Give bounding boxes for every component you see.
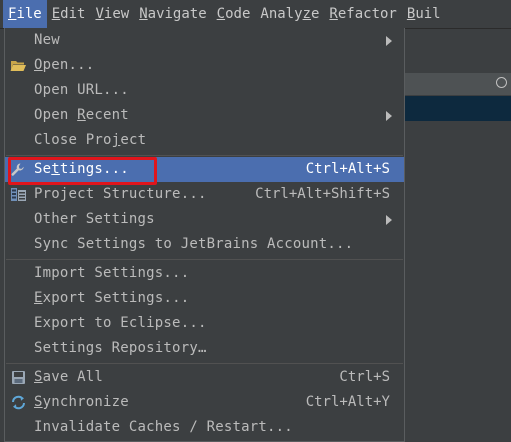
shortcut-label: Ctrl+Alt+Shift+S <box>255 186 390 202</box>
settings-circle-icon[interactable] <box>496 77 507 88</box>
submenu-arrow-icon <box>386 111 392 121</box>
menu-item-label: New <box>34 32 60 48</box>
file-menu-dropdown: New Open... Open URL... Open Recent Clos… <box>4 28 405 442</box>
menu-item-label: Open... <box>34 57 95 73</box>
menu-analyze[interactable]: Analyze <box>255 0 324 28</box>
sync-icon <box>12 395 25 410</box>
menu-item-close-project[interactable]: Close Project <box>5 128 404 153</box>
menu-item-other-settings[interactable]: Other Settings <box>5 207 404 232</box>
menu-build[interactable]: Buil <box>402 0 446 28</box>
menu-file[interactable]: File <box>3 0 47 28</box>
shortcut-label: Ctrl+Alt+S <box>305 161 390 177</box>
menu-item-label: Other Settings <box>34 211 155 227</box>
menu-separator <box>6 155 403 156</box>
menu-item-invalidate-caches[interactable]: Invalidate Caches / Restart... <box>5 415 404 440</box>
menu-item-label: Open URL... <box>34 82 129 98</box>
menu-view[interactable]: View <box>90 0 134 28</box>
shortcut-label: Ctrl+S <box>339 369 390 385</box>
highlight-annotation-box <box>8 157 157 185</box>
menu-item-save-all[interactable]: Save All Ctrl+S <box>5 365 404 390</box>
menu-refactor[interactable]: Refactor <box>324 0 401 28</box>
folder-open-icon <box>10 61 26 71</box>
menu-item-synchronize[interactable]: Synchronize Ctrl+Alt+Y <box>5 390 404 415</box>
menu-item-label: Export to Eclipse... <box>34 315 207 331</box>
menu-edit[interactable]: Edit <box>47 0 91 28</box>
save-icon <box>12 371 25 384</box>
menu-separator <box>6 259 403 260</box>
menu-item-label: Export Settings... <box>34 290 190 306</box>
menu-item-export-eclipse[interactable]: Export to Eclipse... <box>5 311 404 336</box>
menu-item-label: Synchronize <box>34 394 129 410</box>
shortcut-label: Ctrl+Alt+Y <box>305 394 390 410</box>
menu-code[interactable]: Code <box>212 0 256 28</box>
menu-item-open-url[interactable]: Open URL... <box>5 78 404 103</box>
menu-item-label: Import Settings... <box>34 265 190 281</box>
menu-item-open-recent[interactable]: Open Recent <box>5 103 404 128</box>
submenu-arrow-icon <box>386 215 392 225</box>
menu-item-label: Save All <box>34 369 104 385</box>
menu-item-sync-settings[interactable]: Sync Settings to JetBrains Account... <box>5 232 404 257</box>
menu-item-label: Open Recent <box>34 107 129 123</box>
menu-bar: File Edit View Navigate Code Analyze Ref… <box>0 0 511 29</box>
menu-item-label: Close Project <box>34 132 147 148</box>
menu-item-project-structure[interactable]: Project Structure... Ctrl+Alt+Shift+S <box>5 182 404 207</box>
menu-item-label: Sync Settings to JetBrains Account... <box>34 236 354 252</box>
editor-tab-strip <box>405 73 511 95</box>
menu-item-open[interactable]: Open... <box>5 53 404 78</box>
submenu-arrow-icon <box>386 36 392 46</box>
menu-separator <box>6 363 403 364</box>
menu-item-label: Settings Repository… <box>34 340 207 356</box>
editor-background <box>405 96 511 121</box>
menu-item-settings-repository[interactable]: Settings Repository… <box>5 336 404 361</box>
menu-item-import-settings[interactable]: Import Settings... <box>5 261 404 286</box>
menu-item-export-settings[interactable]: Export Settings... <box>5 286 404 311</box>
menu-navigate[interactable]: Navigate <box>134 0 211 28</box>
menu-item-label: Project Structure... <box>34 186 207 202</box>
project-structure-icon <box>11 188 26 201</box>
menu-item-label: Invalidate Caches / Restart... <box>34 419 293 435</box>
menu-item-new[interactable]: New <box>5 28 404 53</box>
